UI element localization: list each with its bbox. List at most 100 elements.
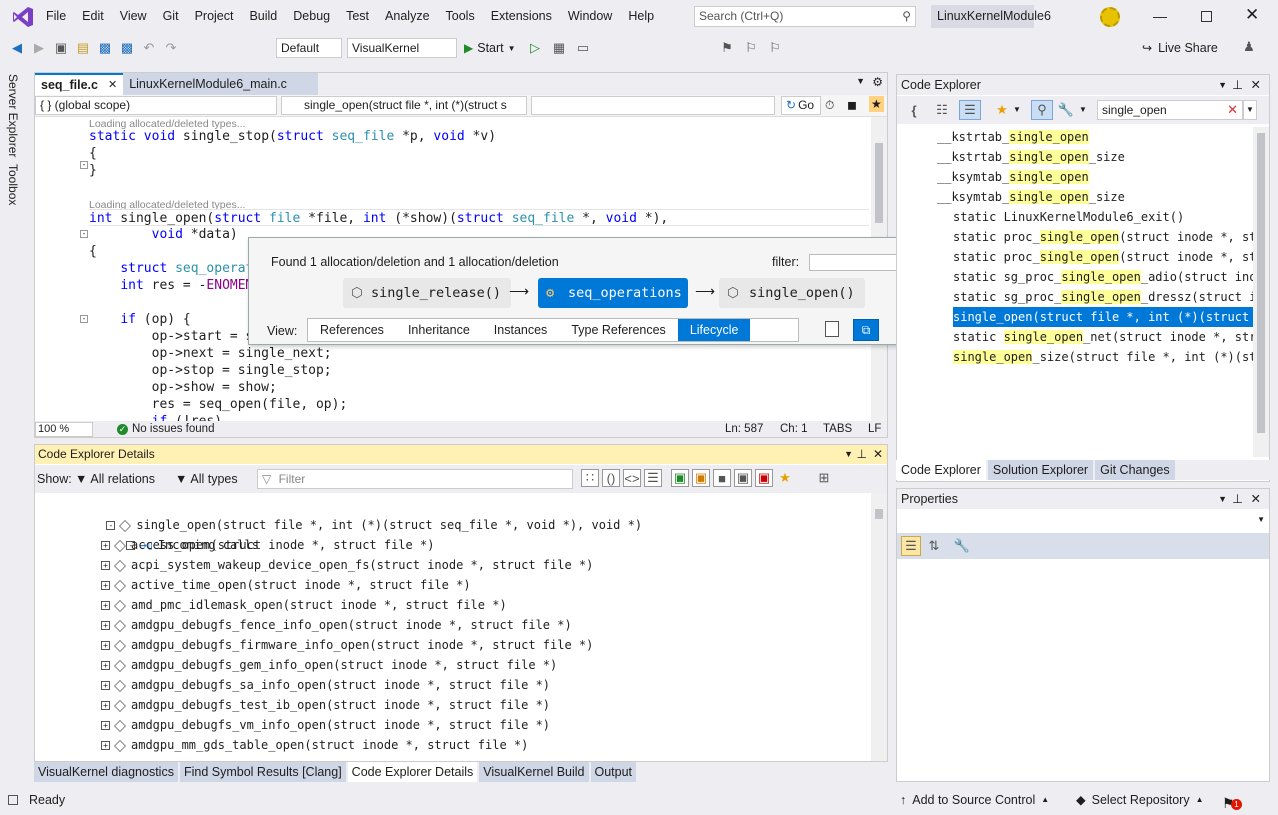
menu-view[interactable]: View — [112, 0, 155, 33]
tree-call-item[interactable]: + amdgpu_debugfs_sa_info_open(struct inod… — [101, 675, 550, 695]
tab-seq-file[interactable]: seq_file.c ✕ — [35, 73, 124, 95]
start-without-debug-icon[interactable]: ▷ — [526, 39, 544, 57]
copy-icon[interactable]: ⧉ — [853, 319, 879, 341]
platform-select[interactable]: VisualKernel — [347, 38, 457, 58]
search-result-item[interactable]: ⬡static LinuxKernelModule6_exit() — [953, 207, 1253, 227]
view-tab-references[interactable]: References — [308, 319, 396, 341]
fold-marker-icon[interactable]: - — [80, 230, 88, 238]
tabs-mode[interactable]: TABS — [823, 423, 852, 435]
chevron-down-icon[interactable]: ▼ — [1218, 75, 1227, 95]
forward-icon[interactable]: ▶ — [30, 39, 48, 57]
menu-extensions[interactable]: Extensions — [483, 0, 560, 33]
menu-tools[interactable]: Tools — [438, 0, 483, 33]
document-icon[interactable] — [825, 321, 839, 337]
new-project-icon[interactable]: ▣ — [52, 39, 70, 57]
search-result-item[interactable]: ◆__kstrtab_single_open_size — [937, 147, 1253, 167]
save-icon[interactable]: ▩ — [96, 39, 114, 57]
search-result-item[interactable]: ⬡static sg_proc_single_open_adio(struct … — [953, 267, 1253, 287]
menu-debug[interactable]: Debug — [285, 0, 338, 33]
properties-object-select[interactable]: ▼ — [897, 510, 1269, 532]
bookmark-icon[interactable]: ⚑ — [718, 39, 736, 57]
wrench-icon[interactable]: 🔧 — [953, 537, 971, 555]
member-select[interactable] — [531, 96, 775, 115]
search-result-item[interactable]: ◆__ksymtab_single_open — [937, 167, 1253, 187]
alphabetical-icon[interactable]: ⇅ — [925, 537, 943, 555]
line-number[interactable]: Ln: 587 — [725, 423, 763, 435]
layout-icon[interactable]: ▭ — [574, 39, 592, 57]
cube-out-icon[interactable]: ▣ — [692, 469, 710, 487]
tree-call-item[interactable]: + amdgpu_debugfs_gem_info_open(struct ino… — [101, 655, 557, 675]
tree-call-item[interactable]: + amdgpu_debugfs_firmware_info_open(struc… — [101, 635, 593, 655]
close-icon[interactable]: ✕ — [1251, 75, 1261, 95]
chevron-down-icon[interactable]: ▼ — [1218, 489, 1227, 509]
search-result-item[interactable]: ⬡single_open_size(struct file *, int (*)… — [953, 347, 1253, 367]
search-result-item[interactable]: ⬡static sg_proc_single_open_dressz(struc… — [953, 287, 1253, 307]
live-share-button[interactable]: ↪ Live Share — [1142, 38, 1218, 58]
menu-analyze[interactable]: Analyze — [377, 0, 437, 33]
tree-incoming-calls[interactable]: - →▯ Incoming calls — [83, 515, 259, 552]
view-tab-instances[interactable]: Instances — [482, 319, 560, 341]
relations-filter[interactable]: ▼ All relations — [75, 469, 155, 489]
menu-test[interactable]: Test — [338, 0, 377, 33]
braces-icon[interactable]: { — [905, 101, 923, 119]
cube-in-icon[interactable]: ▣ — [671, 469, 689, 487]
view-tab-type-references[interactable]: Type References — [559, 319, 678, 341]
open-folder-icon[interactable]: ▤ — [74, 39, 92, 57]
server-explorer-tab[interactable]: Server Explorer — [6, 74, 20, 157]
tab-visualkernel-build[interactable]: VisualKernel Build — [479, 762, 589, 782]
expand-icon[interactable]: + — [101, 561, 110, 570]
columns-icon[interactable]: ☷ — [933, 101, 951, 119]
search-result-item[interactable]: single_open(struct file *, int (*)(struc… — [953, 307, 1253, 327]
search-result-item[interactable]: ⬡static proc_single_open(struct inode *,… — [953, 247, 1253, 267]
timer-icon[interactable]: ⏱ — [825, 98, 834, 113]
expand-icon[interactable]: + — [101, 601, 110, 610]
tab-output[interactable]: Output — [590, 762, 637, 782]
tab-git-changes[interactable]: Git Changes — [1095, 460, 1175, 480]
chevron-down-icon[interactable]: ▼ — [1079, 105, 1087, 114]
expand-icon[interactable]: + — [101, 681, 110, 690]
details-scrollbar[interactable] — [871, 493, 887, 761]
attach-icon[interactable]: ▦ — [550, 39, 568, 57]
tag-icon[interactable]: ◼ — [847, 98, 857, 112]
parens-icon[interactable]: () — [602, 469, 620, 487]
expand-icon[interactable]: + — [101, 581, 110, 590]
code-explorer-search[interactable]: single_open ✕ — [1097, 100, 1243, 120]
magnifier-icon[interactable]: ⚲ — [1031, 100, 1053, 120]
view-tab-lifecycle[interactable]: Lifecycle — [677, 319, 751, 341]
solution-name[interactable]: LinuxKernelModule6 — [931, 5, 1051, 28]
menu-build[interactable]: Build — [241, 0, 285, 33]
graph-node-seq-operations[interactable]: ⚙ seq_operations — [538, 278, 688, 308]
expand-icon[interactable]: ⊞ — [815, 469, 833, 487]
tab-solution-explorer[interactable]: Solution Explorer — [987, 460, 1094, 480]
star-icon[interactable]: ★ — [776, 469, 794, 487]
graph-node-single-open[interactable]: ⬡ single_open() — [719, 278, 865, 308]
search-input[interactable]: Search (Ctrl+Q) ⚲ — [694, 6, 916, 27]
dots-icon[interactable]: ∷ — [581, 469, 599, 487]
code-explorer-scrollbar[interactable] — [1253, 127, 1269, 457]
bookmark-prev-icon[interactable]: ⚐ — [742, 39, 760, 57]
vs-logo-icon[interactable] — [12, 6, 34, 28]
menu-window[interactable]: Window — [560, 0, 620, 33]
maximize-button[interactable] — [1201, 11, 1212, 22]
close-icon[interactable]: ✕ — [108, 76, 117, 94]
expand-icon[interactable]: + — [101, 641, 110, 650]
tab-code-explorer-details[interactable]: Code Explorer Details — [347, 762, 478, 782]
categorized-icon[interactable]: ☰ — [901, 536, 921, 556]
tab-visualkernel-diagnostics[interactable]: VisualKernel diagnostics — [34, 762, 178, 782]
redo-icon[interactable]: ↷ — [162, 39, 180, 57]
cube-plain-icon[interactable]: ▣ — [734, 469, 752, 487]
star-icon[interactable]: ★ — [993, 101, 1011, 119]
view-tab-inheritance[interactable]: Inheritance — [396, 319, 482, 341]
chevron-down-icon[interactable]: ▼ — [1013, 105, 1021, 114]
pin-icon[interactable]: ⊥ — [857, 445, 867, 464]
menu-project[interactable]: Project — [187, 0, 242, 33]
bookmark-next-icon[interactable]: ⚐ — [766, 39, 784, 57]
cube-remove-icon[interactable]: ▣ — [755, 469, 773, 487]
code-explorer-icon[interactable]: ★ — [869, 96, 884, 112]
back-icon[interactable]: ◀ — [8, 39, 26, 57]
function-select[interactable]: single_open(struct file *, int (*)(struc… — [281, 96, 527, 115]
tree-call-item[interactable]: + amdgpu_debugfs_test_ib_open(struct inod… — [101, 695, 550, 715]
close-button[interactable]: ✕ — [1245, 5, 1259, 25]
column-number[interactable]: Ch: 1 — [780, 423, 808, 435]
tree-call-item[interactable]: + acpi_system_wakeup_device_open_fs(struc… — [101, 555, 593, 575]
